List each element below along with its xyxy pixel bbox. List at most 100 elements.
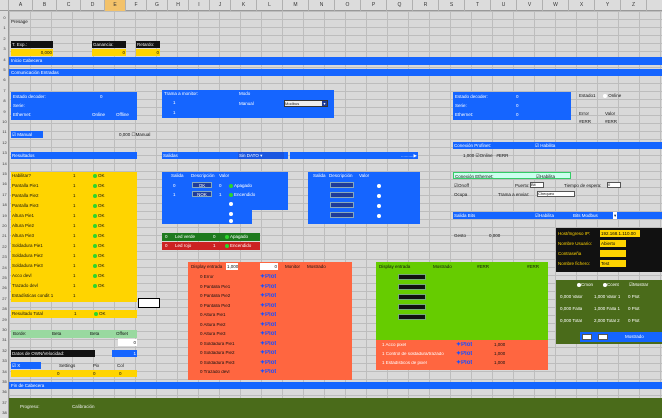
column-header-V[interactable]: V: [517, 0, 543, 11]
offline-radio[interactable]: Offline: [115, 111, 130, 118]
row-header-30[interactable]: 30: [0, 326, 9, 334]
out-r2-nok-button[interactable]: NOK: [192, 191, 212, 197]
column-header-L[interactable]: L: [257, 0, 283, 11]
row-header-27[interactable]: 27: [0, 295, 9, 303]
eth-onoff[interactable]: ☑Onoff: [453, 182, 470, 189]
row-header-20[interactable]: 20: [0, 222, 9, 230]
out2-btn-2[interactable]: [330, 192, 354, 198]
column-header-D[interactable]: D: [81, 0, 105, 11]
plot-button[interactable]: ✦Plot: [260, 293, 276, 300]
row-header-36[interactable]: 36: [0, 388, 9, 396]
column-header-B[interactable]: B: [33, 0, 57, 11]
plot-button[interactable]: ✦Plot: [260, 303, 276, 310]
row-header-3[interactable]: 3: [0, 45, 9, 53]
row-header-38[interactable]: 38: [0, 409, 9, 417]
password-input[interactable]: [600, 250, 626, 257]
plot-button[interactable]: ✦Plot: [260, 322, 276, 329]
column-header-I[interactable]: I: [189, 0, 210, 11]
cmon-radio[interactable]: Cmon: [576, 281, 594, 288]
row-header-14[interactable]: 14: [0, 160, 9, 168]
row-header-35[interactable]: 35: [0, 378, 9, 386]
fichero-input[interactable]: Test: [600, 260, 626, 267]
row-header-28[interactable]: 28: [0, 305, 9, 313]
row-header-7[interactable]: 7: [0, 87, 9, 95]
column-header-X[interactable]: X: [569, 0, 595, 11]
play-button[interactable]: ..........▶: [290, 152, 418, 159]
row-header-23[interactable]: 23: [0, 253, 9, 261]
texp-input[interactable]: 0,000: [11, 49, 53, 56]
manual-checkbox[interactable]: ☑ Manual: [11, 131, 43, 138]
row-header-13[interactable]: 13: [0, 149, 9, 157]
online-radio[interactable]: Online: [91, 111, 106, 118]
ip-input[interactable]: 192.168.1.110.00: [600, 230, 640, 237]
row-header-31[interactable]: 31: [0, 336, 9, 344]
display2-box-3[interactable]: [398, 294, 426, 300]
column-header-U[interactable]: U: [491, 0, 517, 11]
retardo-input[interactable]: 0: [136, 49, 160, 56]
column-header-A[interactable]: A: [9, 0, 33, 11]
datos-value[interactable]: 1: [112, 350, 137, 357]
row-header-11[interactable]: 11: [0, 128, 9, 136]
plot-button[interactable]: ✦Plot: [260, 331, 276, 338]
plot-button[interactable]: ✦Plot: [260, 350, 276, 357]
plot-button[interactable]: ✦Plot: [260, 369, 276, 376]
row-header-21[interactable]: 21: [0, 232, 9, 240]
column-header-R[interactable]: R: [413, 0, 439, 11]
column-header-E[interactable]: E: [105, 0, 126, 11]
selected-cell[interactable]: [138, 298, 160, 308]
row-header-22[interactable]: 22: [0, 243, 9, 251]
row-header-26[interactable]: 26: [0, 284, 9, 292]
row-header-0[interactable]: 0: [0, 14, 9, 22]
puerto-input[interactable]: Bit: [530, 182, 544, 188]
stats-combo[interactable]: Mostrado: [624, 333, 645, 340]
stats-cell[interactable]: 0 Plot: [628, 307, 640, 312]
ganancia-input[interactable]: 0: [92, 49, 126, 56]
column-header-Y[interactable]: Y: [595, 0, 621, 11]
row-header-12[interactable]: 12: [0, 139, 9, 147]
column-header-N[interactable]: N: [309, 0, 335, 11]
plot-button[interactable]: ✦Plot: [260, 284, 276, 291]
plot-button[interactable]: ✦Plot: [260, 274, 276, 281]
row-header-16[interactable]: 16: [0, 180, 9, 188]
plot-button[interactable]: ✦Plot: [260, 312, 276, 319]
display2-box-2[interactable]: [398, 284, 426, 290]
display-val1[interactable]: 1,000: [226, 263, 238, 270]
row-header-34[interactable]: 34: [0, 368, 9, 376]
column-header-G[interactable]: G: [147, 0, 168, 11]
column-header-S[interactable]: S: [439, 0, 465, 11]
column-header-J[interactable]: J: [210, 0, 231, 11]
plot-button[interactable]: ✦Plot: [260, 341, 276, 348]
row-header-37[interactable]: 37: [0, 399, 9, 407]
plot-button[interactable]: ✦Plot: [456, 342, 472, 349]
select-all-corner[interactable]: [0, 0, 9, 11]
trama-enviar-input[interactable]: Chequeo: [537, 191, 575, 197]
column-header-P[interactable]: P: [361, 0, 387, 11]
display2-box-1[interactable]: [398, 274, 426, 280]
online-radio-2[interactable]: Online: [602, 92, 622, 99]
column-header-M[interactable]: M: [283, 0, 309, 11]
sin-dato-combo[interactable]: Sin DATO ▾: [238, 152, 284, 159]
usuario-input[interactable]: Abierto: [600, 240, 626, 247]
row-header-4[interactable]: 4: [0, 56, 9, 64]
stats-spin-2[interactable]: [598, 334, 608, 340]
row-header-9[interactable]: 9: [0, 108, 9, 116]
tiempo-input[interactable]: 0: [607, 182, 621, 188]
column-header-T[interactable]: T: [465, 0, 491, 11]
column-header-Q[interactable]: Q: [387, 0, 413, 11]
row-header-2[interactable]: 2: [0, 35, 9, 43]
offset-input[interactable]: 0: [118, 339, 137, 346]
stats-cell[interactable]: 0 Plot: [628, 319, 640, 324]
row-header-19[interactable]: 19: [0, 212, 9, 220]
column-header-C[interactable]: C: [57, 0, 81, 11]
column-header-O[interactable]: O: [335, 0, 361, 11]
column-header-F[interactable]: F: [126, 0, 147, 11]
row-header-17[interactable]: 17: [0, 191, 9, 199]
display2-box-4[interactable]: [398, 304, 426, 310]
display2-box-5[interactable]: [398, 314, 426, 320]
row-header-10[interactable]: 10: [0, 118, 9, 126]
plot-button[interactable]: ✦Plot: [260, 360, 276, 367]
out2-btn-3[interactable]: [330, 202, 354, 208]
row-header-1[interactable]: 1: [0, 24, 9, 32]
display-val2[interactable]: 0: [260, 263, 278, 270]
column-header-W[interactable]: W: [543, 0, 569, 11]
